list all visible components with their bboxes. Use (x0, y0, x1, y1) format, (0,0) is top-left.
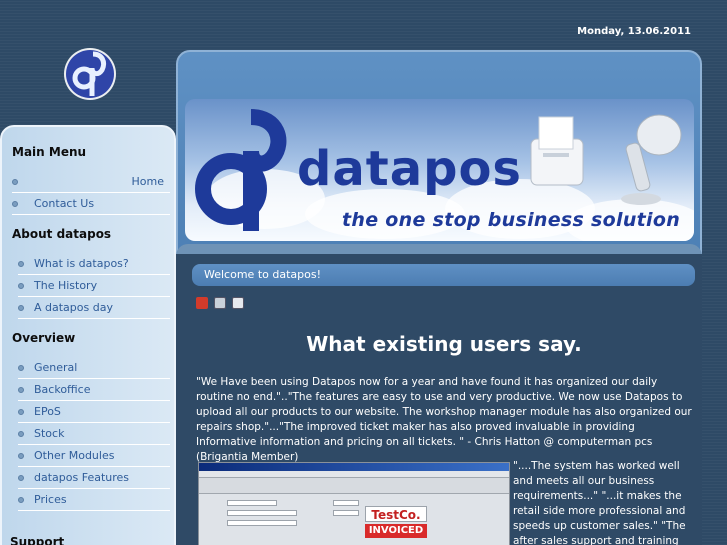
sidebar: Main Menu Home Contact Us About datapos … (0, 125, 176, 545)
screenshot-field (227, 500, 277, 506)
bullet-icon (18, 431, 24, 437)
datapos-logo-icon[interactable] (62, 46, 118, 102)
screenshot-company-logo: TestCo. (365, 506, 427, 522)
print-icon[interactable] (214, 297, 226, 309)
screenshot-body: TestCo. INVOICED (199, 494, 509, 545)
banner-tagline: the one stop business solution (342, 209, 681, 231)
bullet-icon (18, 365, 24, 371)
bullet-icon (18, 409, 24, 415)
article-tools (196, 297, 244, 309)
sidebar-item-label: Contact Us (34, 197, 95, 210)
sidebar-item-label: Backoffice (34, 383, 91, 396)
sidebar-item-general[interactable]: General (18, 357, 170, 379)
datapos-logo-large-icon (195, 109, 287, 231)
screenshot-menubar (199, 471, 509, 478)
sidebar-item-label: EPoS (34, 405, 61, 418)
sidebar-item-what-is-datapos[interactable]: What is datapos? (18, 253, 170, 275)
sidebar-item-contact-us[interactable]: Contact Us (12, 193, 170, 215)
sidebar-item-a-datapos-day[interactable]: A datapos day (18, 297, 170, 319)
menu-heading-support: Support (10, 535, 65, 545)
sidebar-item-label: Home (131, 175, 164, 188)
sidebar-item-backoffice[interactable]: Backoffice (18, 379, 170, 401)
bullet-icon (12, 201, 18, 207)
sidebar-item-epos[interactable]: EPoS (18, 401, 170, 423)
sidebar-item-label: The History (34, 279, 98, 292)
banner: datapos the one stop business solution (185, 99, 694, 241)
bullet-icon (18, 305, 24, 311)
sidebar-item-the-history[interactable]: The History (18, 275, 170, 297)
sidebar-item-prices[interactable]: Prices (18, 489, 170, 511)
screenshot-titlebar (199, 463, 509, 471)
main-menu-list: Home Contact Us (2, 171, 174, 215)
screenshot-status-badge: INVOICED (365, 524, 427, 538)
screenshot-field (333, 510, 359, 516)
sidebar-item-label: Stock (34, 427, 65, 440)
software-screenshot: TestCo. INVOICED (198, 462, 510, 545)
sidebar-item-home[interactable]: Home (12, 171, 170, 193)
screenshot-field (333, 500, 359, 506)
banner-brand-word: datapos (297, 141, 522, 197)
receipt-printer-icon (530, 116, 584, 186)
screenshot-field (227, 520, 297, 526)
sidebar-item-label: What is datapos? (34, 257, 129, 270)
bullet-icon (12, 179, 18, 185)
sidebar-item-stock[interactable]: Stock (18, 423, 170, 445)
pdf-icon[interactable] (196, 297, 208, 309)
sidebar-item-label: Other Modules (34, 449, 115, 462)
barcode-scanner-icon (621, 114, 682, 205)
bullet-icon (18, 497, 24, 503)
sidebar-item-other-modules[interactable]: Other Modules (18, 445, 170, 467)
menu-heading-main: Main Menu (12, 145, 87, 159)
page-title: What existing users say. (306, 332, 582, 356)
welcome-bar: Welcome to datapos! (192, 264, 695, 286)
sidebar-item-label: Prices (34, 493, 67, 506)
bullet-icon (18, 475, 24, 481)
bullet-icon (18, 387, 24, 393)
about-menu-list: What is datapos? The History A datapos d… (2, 253, 174, 319)
bullet-icon (18, 261, 24, 267)
date-display: Monday, 13.06.2011 (577, 26, 691, 37)
screenshot-field (227, 510, 297, 516)
overview-menu-list: General Backoffice EPoS Stock Other Modu… (2, 357, 174, 511)
screenshot-toolbar (199, 478, 509, 494)
testimonial-quote-2: "....The system has worked well and meet… (513, 460, 686, 545)
sidebar-item-label: datapos Features (34, 471, 130, 484)
sidebar-item-label: General (34, 361, 78, 374)
menu-heading-about: About datapos (12, 227, 112, 241)
email-icon[interactable] (232, 297, 244, 309)
bullet-icon (18, 283, 24, 289)
bullet-icon (18, 453, 24, 459)
menu-heading-overview: Overview (12, 331, 76, 345)
sidebar-item-datapos-features[interactable]: datapos Features (18, 467, 170, 489)
testimonial-quote-1: "We Have been using Datapos now for a ye… (196, 376, 692, 463)
sidebar-item-label: A datapos day (34, 301, 113, 314)
